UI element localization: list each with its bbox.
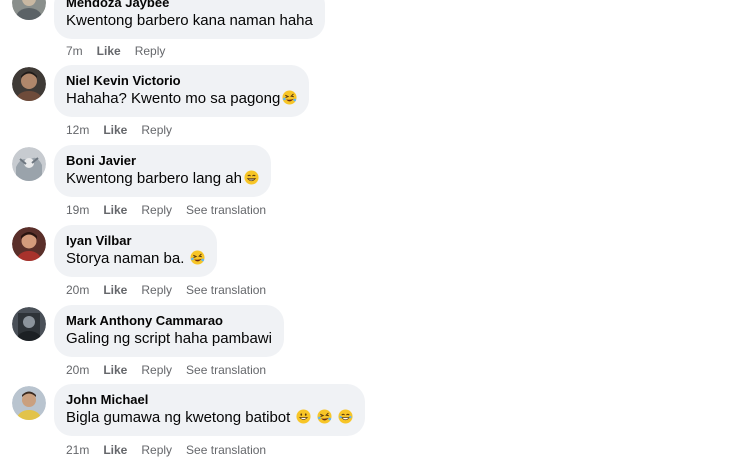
- comment-actions: 19m Like Reply See translation: [66, 202, 280, 218]
- comment-bubble: Iyan Vilbar Storya naman ba.: [54, 225, 218, 277]
- like-button[interactable]: Like: [103, 123, 127, 137]
- like-button[interactable]: Like: [103, 443, 127, 457]
- reply-button[interactable]: Reply: [141, 443, 172, 457]
- comment-feed: Mendoza Jaybee Kwentong barbero kana nam…: [0, 0, 750, 464]
- comment-actions: 20m Like Reply See translation: [66, 282, 280, 298]
- beaming-face-emoji-icon: [244, 170, 259, 185]
- comment-text: Storya naman ba.: [66, 250, 185, 267]
- avatar[interactable]: [12, 227, 46, 261]
- see-translation-link[interactable]: See translation: [186, 363, 266, 377]
- comment-author[interactable]: Niel Kevin Victorio: [66, 72, 297, 89]
- comment-author[interactable]: Boni Javier: [66, 152, 259, 169]
- comment-time[interactable]: 20m: [66, 363, 89, 377]
- avatar[interactable]: [12, 307, 46, 341]
- see-translation-link[interactable]: See translation: [186, 283, 266, 297]
- see-translation-link[interactable]: See translation: [186, 203, 266, 217]
- comment-time[interactable]: 21m: [66, 443, 89, 457]
- comment-actions: 7m Like Reply: [66, 43, 179, 59]
- avatar[interactable]: [12, 147, 46, 181]
- reply-button[interactable]: Reply: [141, 123, 172, 137]
- comment-author[interactable]: John Michael: [66, 391, 353, 408]
- comment-time[interactable]: 12m: [66, 123, 89, 137]
- reply-button[interactable]: Reply: [141, 363, 172, 377]
- comment-text: Galing ng script haha pambawi: [66, 330, 272, 347]
- comment-bubble: John Michael Bigla gumawa ng kwetong bat…: [54, 384, 366, 436]
- like-button[interactable]: Like: [103, 363, 127, 377]
- comment-bubble: Boni Javier Kwentong barbero lang ah: [54, 145, 271, 197]
- like-button[interactable]: Like: [97, 44, 121, 58]
- avatar[interactable]: [12, 386, 46, 420]
- comment-time[interactable]: 19m: [66, 203, 89, 217]
- comment-author[interactable]: Mark Anthony Cammarao: [66, 312, 272, 329]
- reply-button[interactable]: Reply: [141, 203, 172, 217]
- reply-button[interactable]: Reply: [135, 44, 166, 58]
- reply-button[interactable]: Reply: [141, 283, 172, 297]
- rolling-on-floor-laughing-emoji-icon: [190, 250, 205, 265]
- avatar[interactable]: [12, 0, 46, 20]
- comment-time[interactable]: 20m: [66, 283, 89, 297]
- grinning-face-emoji-icon: [296, 409, 311, 424]
- comment-text: Kwentong barbero lang ah: [66, 170, 242, 187]
- avatar[interactable]: [12, 67, 46, 101]
- comment-time[interactable]: 7m: [66, 44, 83, 58]
- comment-text: Kwentong barbero kana naman haha: [66, 12, 313, 29]
- comment-actions: 12m Like Reply: [66, 122, 186, 138]
- comment-text: Bigla gumawa ng kwetong batibot: [66, 409, 291, 426]
- see-translation-link[interactable]: See translation: [186, 443, 266, 457]
- rolling-on-floor-laughing-emoji-icon: [282, 90, 297, 105]
- comment-author[interactable]: Mendoza Jaybee: [66, 0, 313, 11]
- comment-bubble: Mendoza Jaybee Kwentong barbero kana nam…: [54, 0, 325, 39]
- comment-author[interactable]: Iyan Vilbar: [66, 232, 205, 249]
- comment-bubble: Mark Anthony Cammarao Galing ng script h…: [54, 305, 284, 357]
- comment-text: Hahaha? Kwento mo sa pagong: [66, 90, 281, 107]
- beaming-face-emoji-icon: [338, 409, 353, 424]
- like-button[interactable]: Like: [103, 203, 127, 217]
- comment-actions: 21m Like Reply See translation: [66, 442, 280, 458]
- comment-actions: 20m Like Reply See translation: [66, 362, 280, 378]
- like-button[interactable]: Like: [103, 283, 127, 297]
- comment-bubble: Niel Kevin Victorio Hahaha? Kwento mo sa…: [54, 65, 310, 117]
- rolling-on-floor-laughing-emoji-icon: [317, 409, 332, 424]
